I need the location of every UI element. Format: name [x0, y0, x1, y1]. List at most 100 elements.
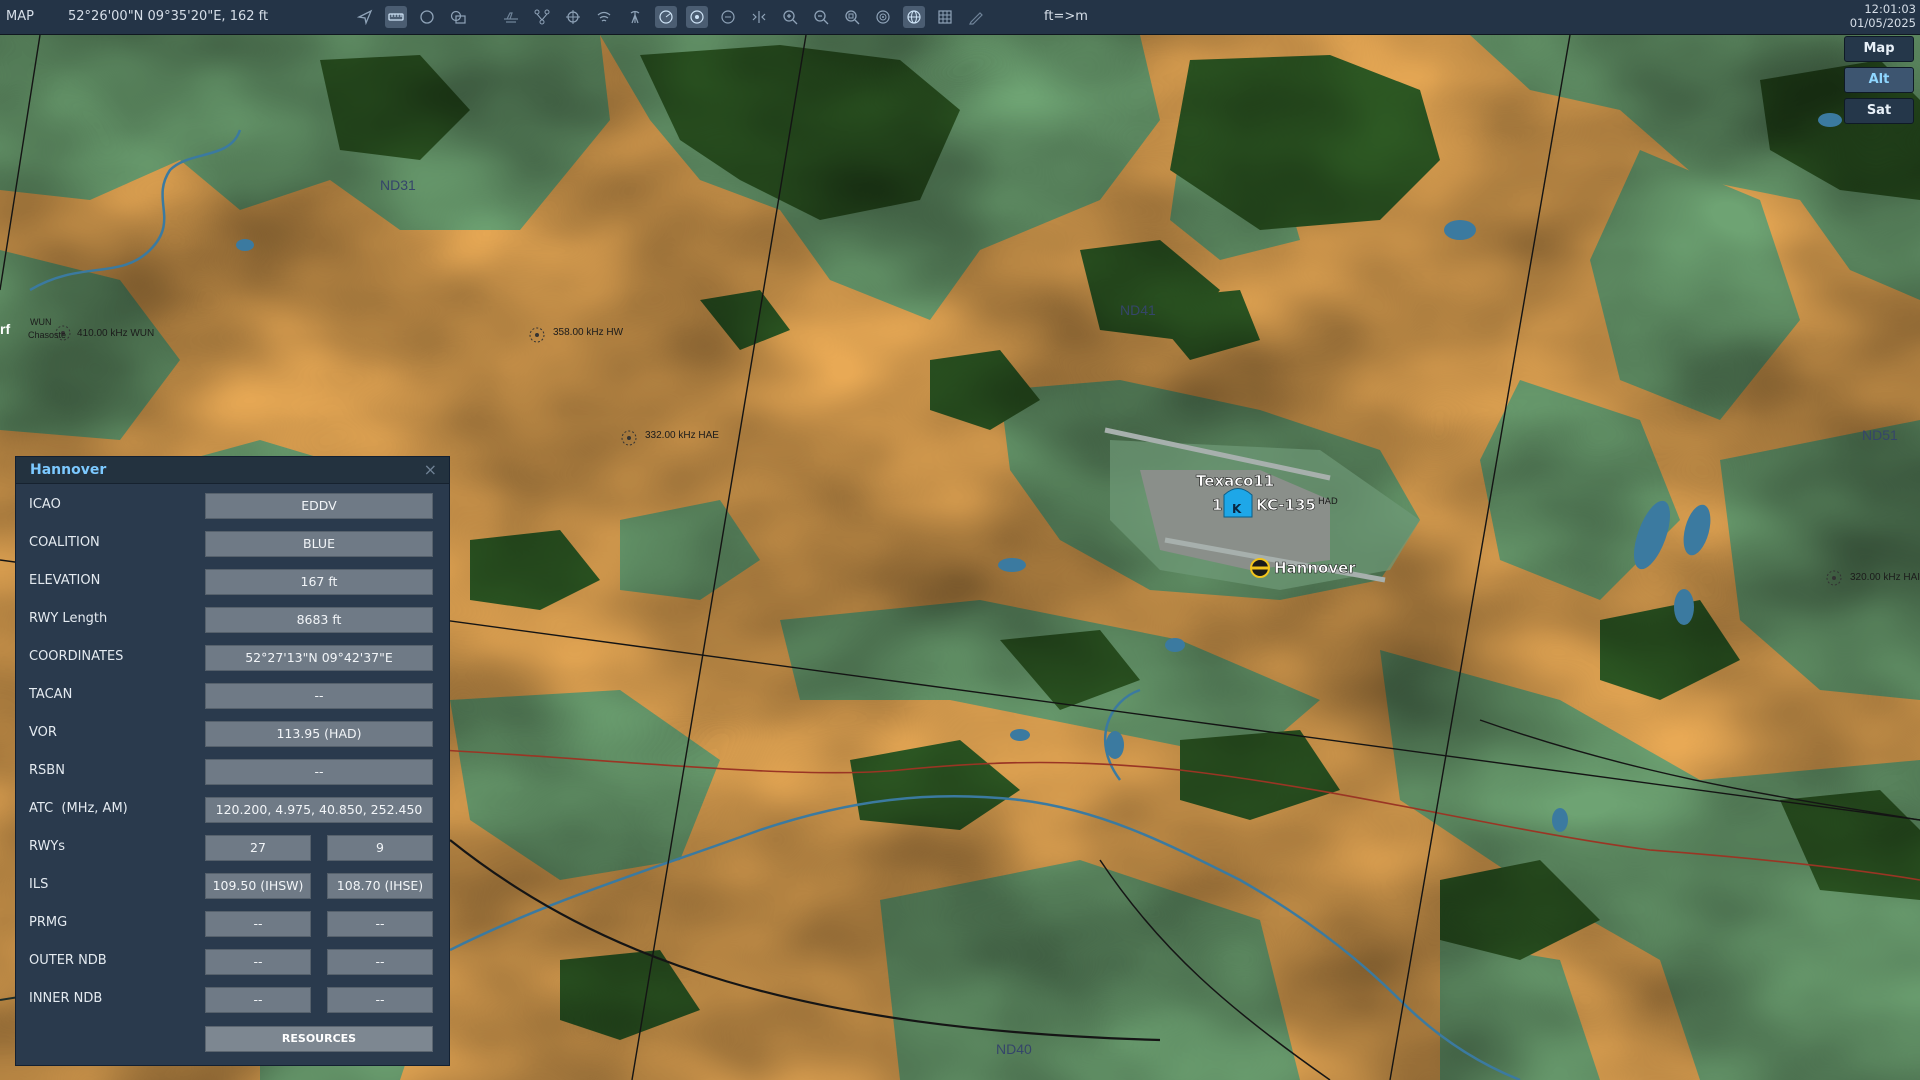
value-atc: 120.200, 4.975, 40.850, 252.450	[205, 797, 433, 823]
row-inner-ndb: INNER NDB -- --	[16, 984, 449, 1014]
value-rsbn: --	[205, 759, 433, 785]
clock-date: 01/05/2025	[1849, 16, 1916, 30]
toolbar-tools	[354, 4, 996, 30]
zoom-fit-icon[interactable]	[841, 6, 863, 28]
value-inner-ndb-1: --	[205, 987, 311, 1013]
clock: 12:01:03 01/05/2025	[1850, 2, 1916, 30]
label-ils: ILS	[29, 877, 49, 892]
label-rwys: RWYs	[29, 839, 66, 854]
airport-name-label: Hannover	[1274, 559, 1356, 577]
label-rwy-length: RWY Length	[29, 611, 108, 626]
top-toolbar: MAP 52°26'00"N 09°35'20"E, 162 ft ft=>m …	[0, 0, 1920, 35]
zoom-out-icon[interactable]	[810, 6, 832, 28]
row-rsbn: RSBN --	[16, 756, 449, 786]
value-tacan: --	[205, 683, 433, 709]
beacon-label-hai: 320.00 kHz HAI	[1850, 572, 1920, 583]
value-prmg-2: --	[327, 911, 433, 937]
beacon-label-hw: 358.00 kHz HW	[553, 327, 624, 338]
value-rwy-length: 8683 ft	[205, 607, 433, 633]
close-icon[interactable]: ×	[424, 460, 437, 479]
row-rwy-length: RWY Length 8683 ft	[16, 604, 449, 634]
label-prmg: PRMG	[29, 915, 68, 930]
value-prmg-1: --	[205, 911, 311, 937]
label-tacan: TACAN	[29, 687, 73, 702]
value-rwy-1: 27	[205, 835, 311, 861]
units-toggle[interactable]: ft=>m	[1044, 9, 1088, 24]
radar-unit-icon[interactable]	[717, 6, 739, 28]
label-elevation: ELEVATION	[29, 573, 101, 588]
layers-icon[interactable]	[447, 6, 469, 28]
row-prmg: PRMG -- --	[16, 908, 449, 938]
globe-icon[interactable]	[903, 6, 925, 28]
unit-type-label: KC-135	[1256, 496, 1316, 514]
value-inner-ndb-2: --	[327, 987, 433, 1013]
row-atc: ATC (MHz, AM) 120.200, 4.975, 40.850, 25…	[16, 794, 449, 824]
label-coalition: COALITION	[29, 535, 100, 550]
airport-tag-label: HAD	[1318, 497, 1338, 507]
radar-alt-icon[interactable]	[686, 6, 708, 28]
pencil-icon[interactable]	[965, 6, 987, 28]
label-atc: ATC (MHz, AM)	[29, 801, 128, 816]
airport-info-panel: Hannover × ICAO EDDV COALITION BLUE ELEV…	[15, 456, 450, 1066]
target-icon[interactable]	[872, 6, 894, 28]
row-tacan: TACAN --	[16, 680, 449, 710]
row-vor: VOR 113.95 (HAD)	[16, 718, 449, 748]
panel-titlebar[interactable]: Hannover ×	[16, 457, 449, 484]
row-rwys: RWYs 27 9	[16, 832, 449, 862]
edge-label-wun: WUN	[30, 317, 52, 327]
circle-icon[interactable]	[416, 6, 438, 28]
label-inner-ndb: INNER NDB	[29, 991, 103, 1006]
label-outer-ndb: OUTER NDB	[29, 953, 107, 968]
grid-label-nd40: ND40	[996, 1041, 1032, 1057]
beacon-label-wun: 410.00 kHz WUN	[77, 328, 154, 339]
layer-sat-button[interactable]: Sat	[1844, 98, 1914, 124]
value-coordinates: 52°27'13"N 09°42'37"E	[205, 645, 433, 671]
grid-label-nd41: ND41	[1120, 302, 1156, 318]
crosshair-icon[interactable]	[562, 6, 584, 28]
grid-icon[interactable]	[934, 6, 956, 28]
edge-label-rf: rf	[0, 321, 10, 337]
tower-icon[interactable]	[624, 6, 646, 28]
row-elevation: ELEVATION 167 ft	[16, 566, 449, 596]
clock-time: 12:01:03	[1864, 2, 1916, 16]
unit-count-label: 1	[1212, 496, 1222, 514]
grid-label-nd51: ND51	[1862, 427, 1898, 443]
value-coalition: BLUE	[205, 531, 433, 557]
row-icao: ICAO EDDV	[16, 490, 449, 520]
beacon-label-hae: 332.00 kHz HAE	[645, 430, 719, 441]
navigate-icon[interactable]	[354, 6, 376, 28]
airport-hannover[interactable]: Hannover	[1250, 558, 1357, 578]
value-ils-1: 109.50 (IHSW)	[205, 873, 311, 899]
grid-label-nd31: ND31	[380, 177, 416, 193]
route-icon[interactable]	[531, 6, 553, 28]
cursor-coordinates: 52°26'00"N 09°35'20"E, 162 ft	[68, 9, 269, 24]
mode-label: MAP	[6, 9, 34, 24]
value-icao: EDDV	[205, 493, 433, 519]
value-outer-ndb-1: --	[205, 949, 311, 975]
label-icao: ICAO	[29, 497, 61, 512]
row-outer-ndb: OUTER NDB -- --	[16, 946, 449, 976]
unit-name-label: Texaco11	[1196, 472, 1274, 490]
mirror-icon[interactable]	[748, 6, 770, 28]
layer-alt-button[interactable]: Alt	[1844, 67, 1914, 93]
value-vor: 113.95 (HAD)	[205, 721, 433, 747]
map-layer-switcher: Map Alt Sat	[1844, 36, 1914, 129]
label-coordinates: COORDINATES	[29, 649, 124, 664]
label-rsbn: RSBN	[29, 763, 65, 778]
row-ils: ILS 109.50 (IHSW) 108.70 (IHSE)	[16, 870, 449, 900]
value-outer-ndb-2: --	[327, 949, 433, 975]
panel-title: Hannover	[30, 462, 107, 478]
row-coalition: COALITION BLUE	[16, 528, 449, 558]
signal-icon[interactable]	[593, 6, 615, 28]
layer-map-button[interactable]: Map	[1844, 36, 1914, 62]
value-ils-2: 108.70 (IHSE)	[327, 873, 433, 899]
value-elevation: 167 ft	[205, 569, 433, 595]
zoom-in-icon[interactable]	[779, 6, 801, 28]
row-coordinates: COORDINATES 52°27'13"N 09°42'37"E	[16, 642, 449, 672]
label-vor: VOR	[29, 725, 57, 740]
radar-icon[interactable]	[655, 6, 677, 28]
ruler-icon[interactable]	[385, 6, 407, 28]
unit-symbol: K	[1232, 502, 1242, 516]
aircraft-icon[interactable]	[500, 6, 522, 28]
resources-button[interactable]: RESOURCES	[205, 1026, 433, 1052]
